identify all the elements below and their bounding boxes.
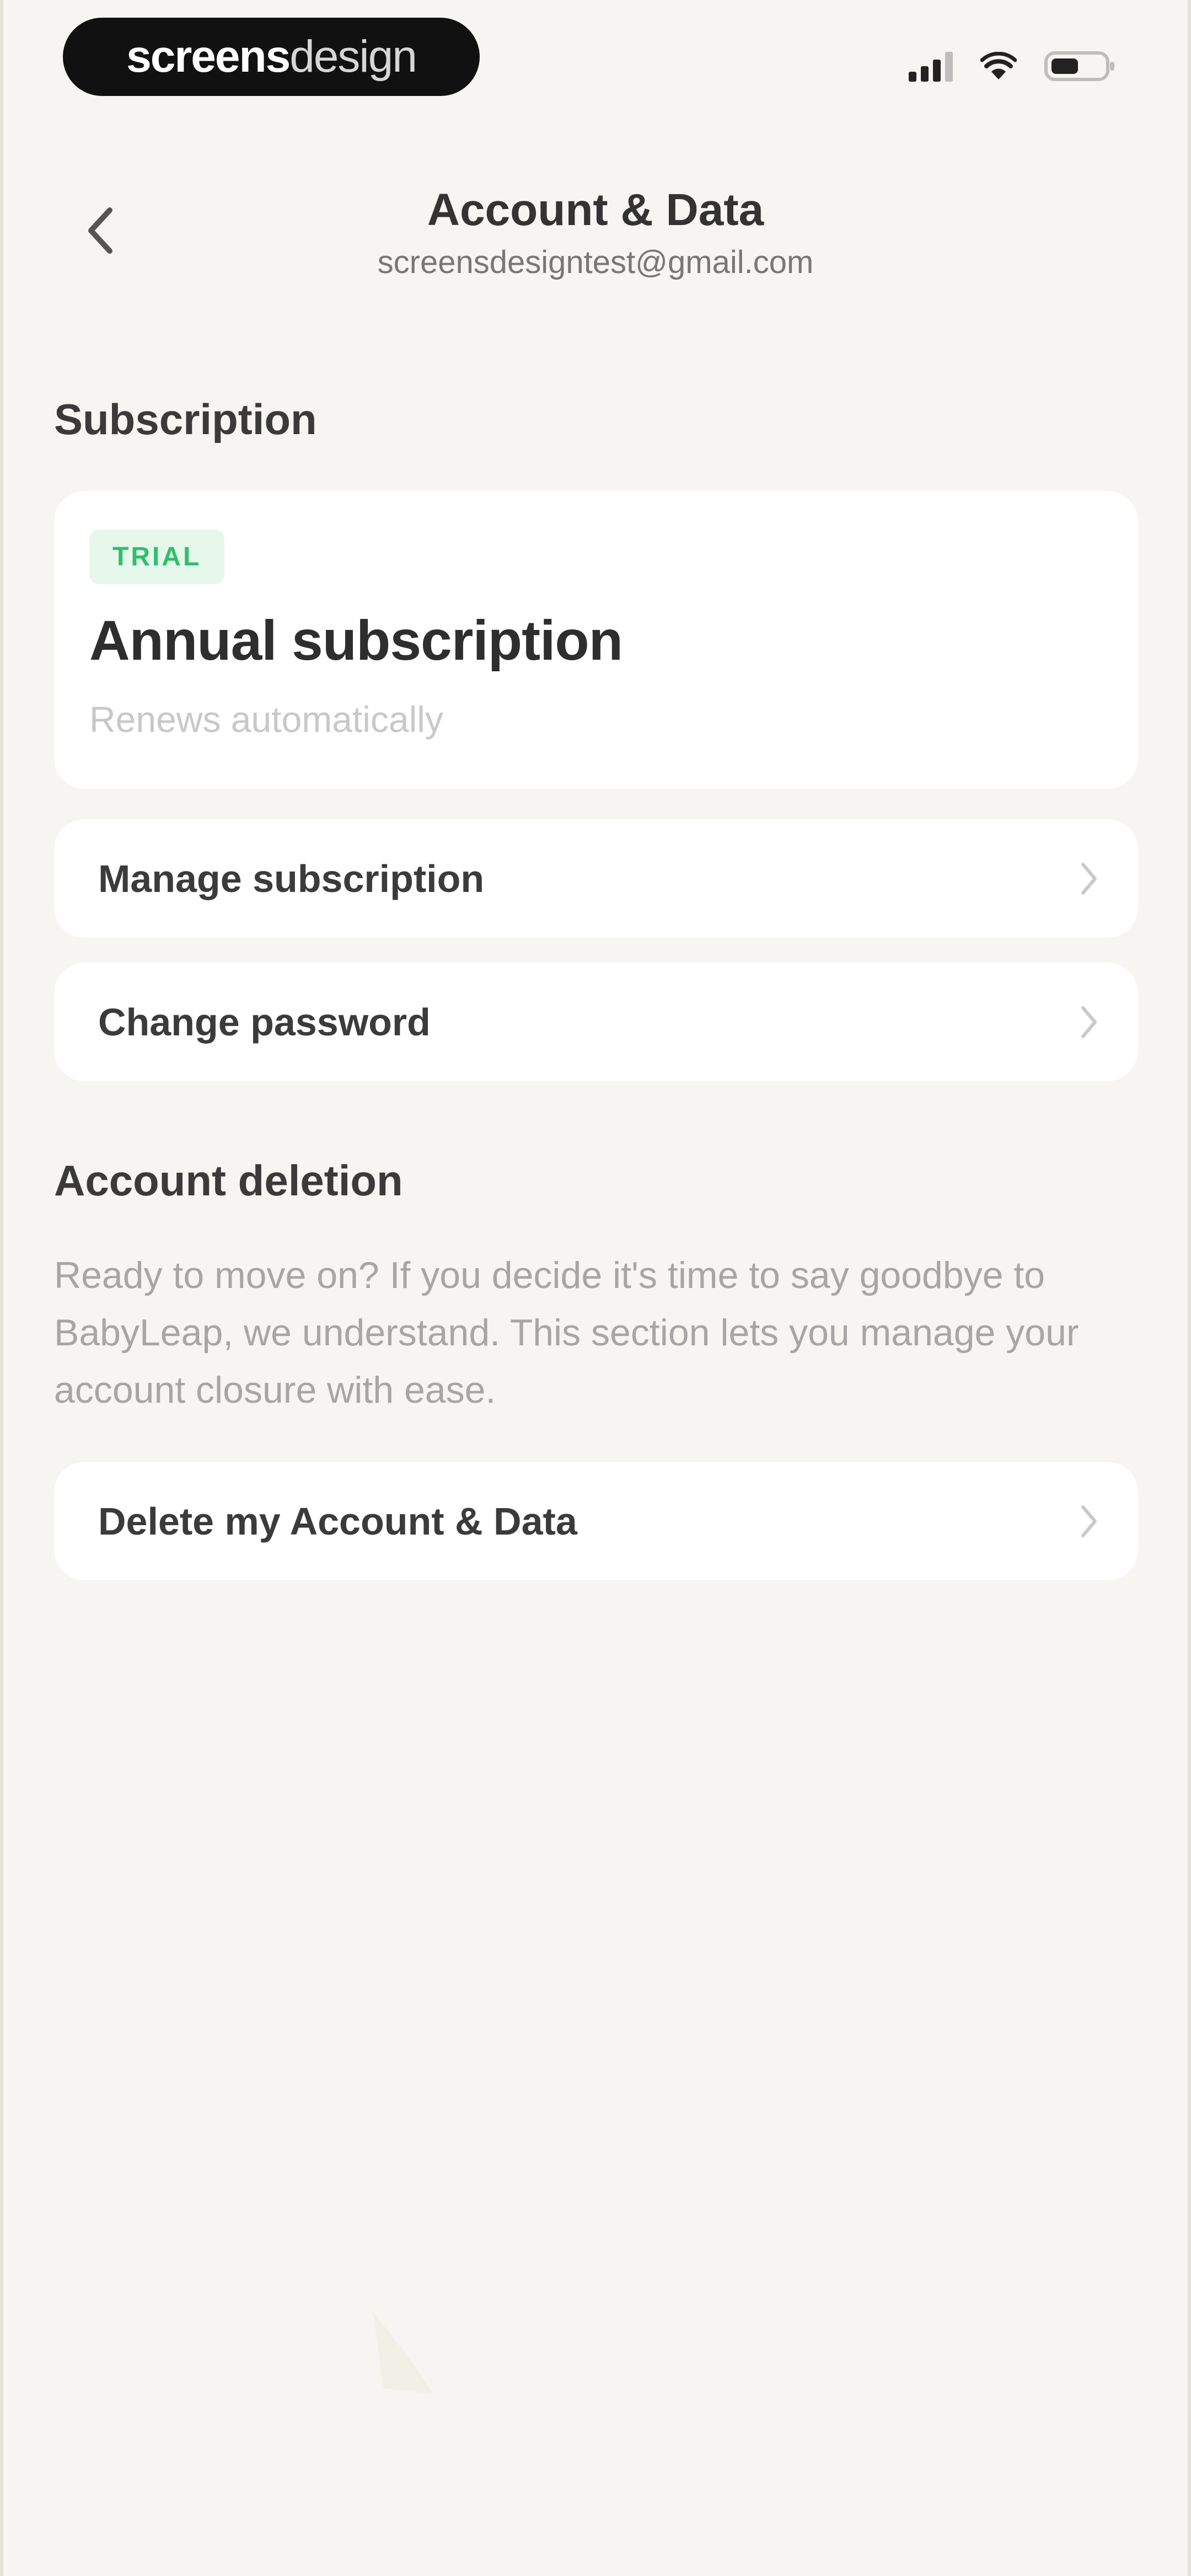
chevron-right-icon	[1080, 1004, 1098, 1040]
renewal-text: Renews automatically	[89, 699, 443, 740]
brand-logo: screens design	[63, 18, 480, 96]
plan-title: Annual subscription	[89, 609, 623, 672]
account-data-screen: screens design Account & Data screensdes…	[0, 0, 1191, 2576]
manage-subscription-button[interactable]: Manage subscription	[54, 819, 1138, 938]
account-deletion-heading: Account deletion	[54, 1156, 403, 1205]
chevron-right-icon	[1080, 861, 1098, 896]
watermark-icon	[362, 2300, 444, 2399]
page-title: Account & Data	[427, 185, 764, 235]
page-header: Account & Data screensdesigntest@gmail.c…	[3, 165, 1188, 309]
status-icons	[909, 50, 1116, 83]
trial-badge: TRIAL	[89, 530, 225, 584]
chevron-right-icon	[1080, 1504, 1098, 1539]
account-email: screensdesigntest@gmail.com	[377, 244, 814, 280]
cellular-signal-icon	[909, 51, 953, 82]
delete-account-label: Delete my Account & Data	[98, 1499, 577, 1543]
change-password-label: Change password	[98, 1000, 431, 1044]
change-password-button[interactable]: Change password	[54, 963, 1138, 1081]
brand-name-strong: screens	[126, 31, 291, 82]
account-deletion-description: Ready to move on? If you decide it's tim…	[54, 1254, 1079, 1411]
wifi-icon	[980, 52, 1017, 81]
subscription-card: TRIAL Annual subscription Renews automat…	[54, 491, 1138, 789]
manage-subscription-label: Manage subscription	[98, 857, 485, 900]
battery-icon	[1044, 50, 1116, 83]
status-bar: screens design	[3, 0, 1188, 121]
brand-name-light: design	[289, 31, 417, 82]
subscription-heading: Subscription	[54, 395, 317, 443]
delete-account-button[interactable]: Delete my Account & Data	[54, 1462, 1138, 1580]
